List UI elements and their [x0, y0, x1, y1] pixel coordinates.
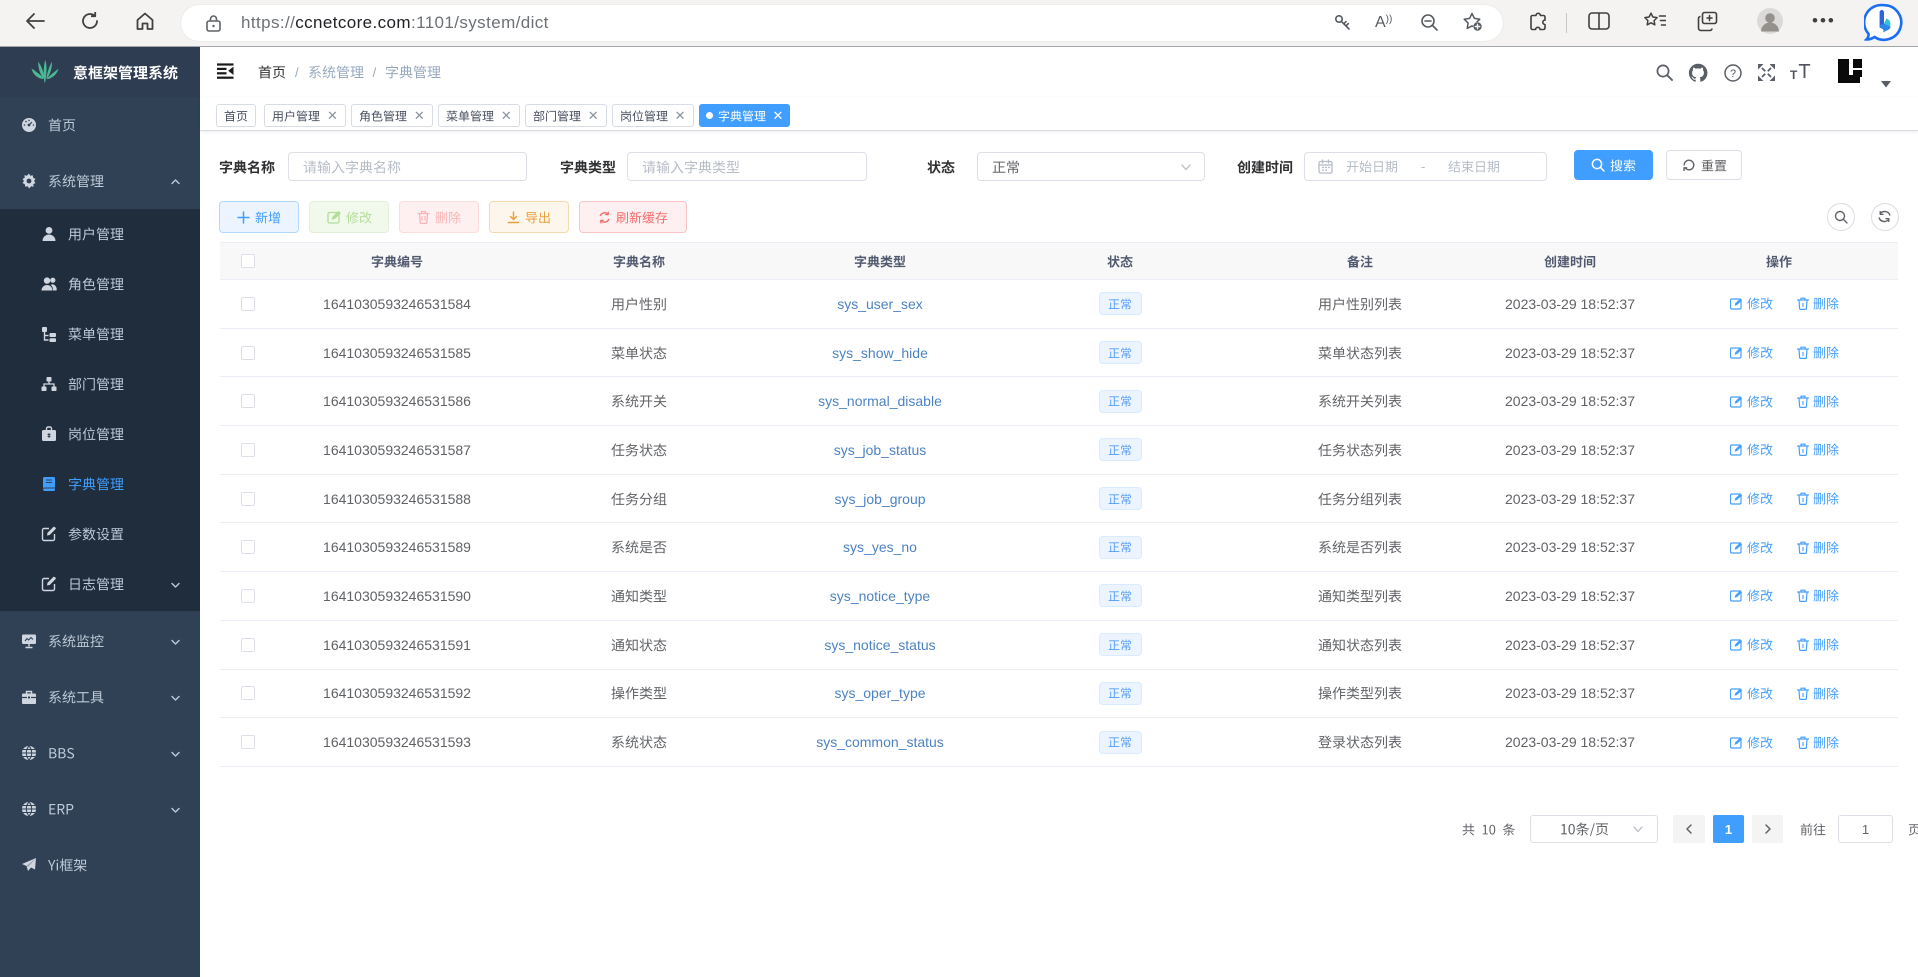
svg-text:?: ? [1730, 68, 1736, 80]
